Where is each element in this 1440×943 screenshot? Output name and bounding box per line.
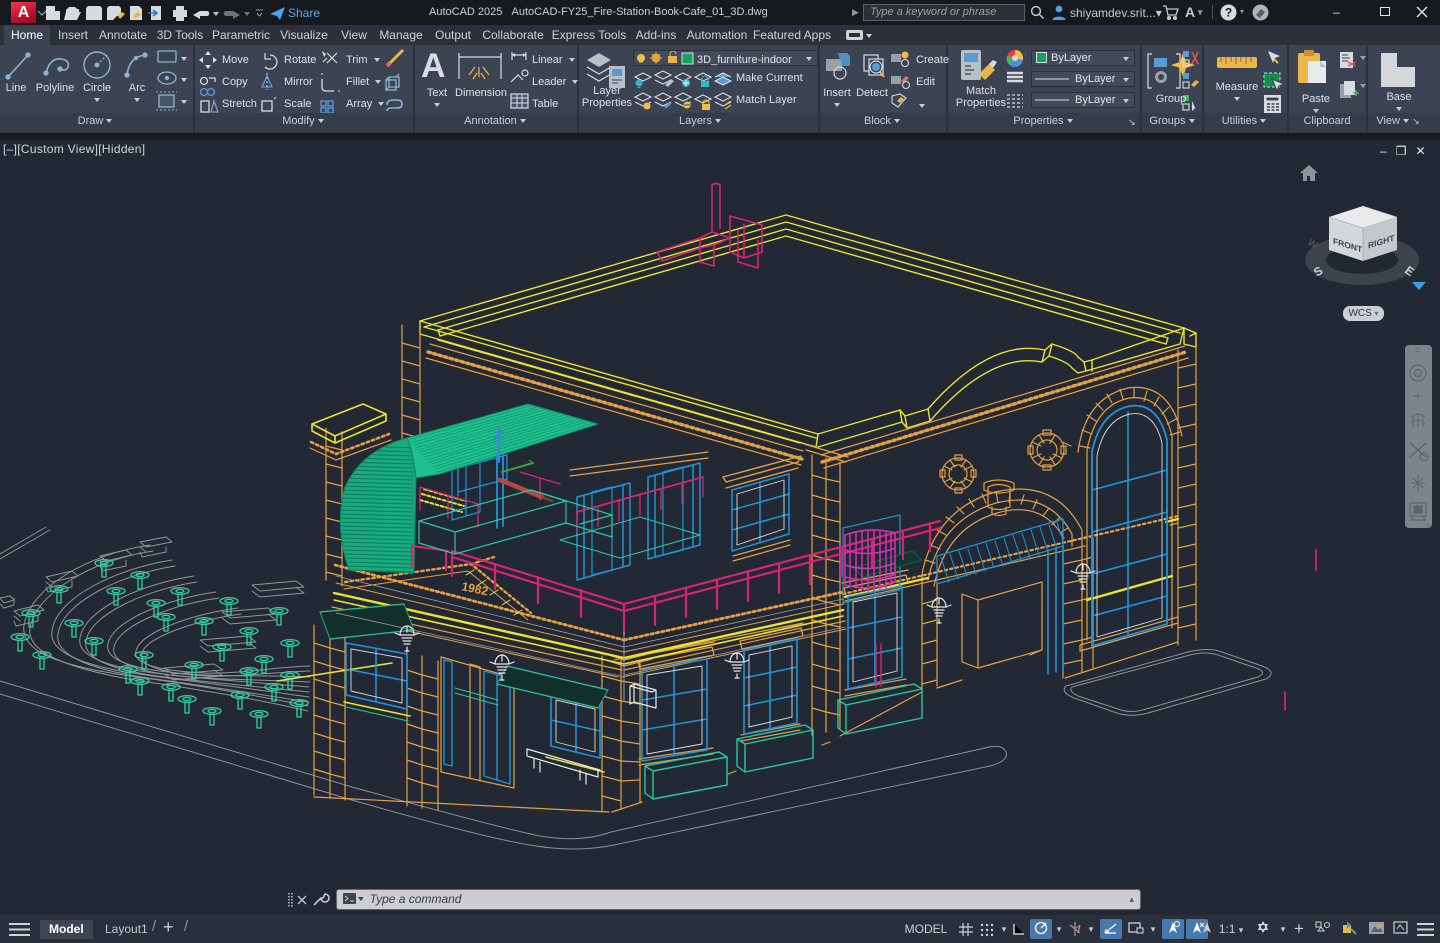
- svg-text:1982: 1982: [460, 579, 489, 598]
- svg-text:?: ?: [1225, 6, 1232, 20]
